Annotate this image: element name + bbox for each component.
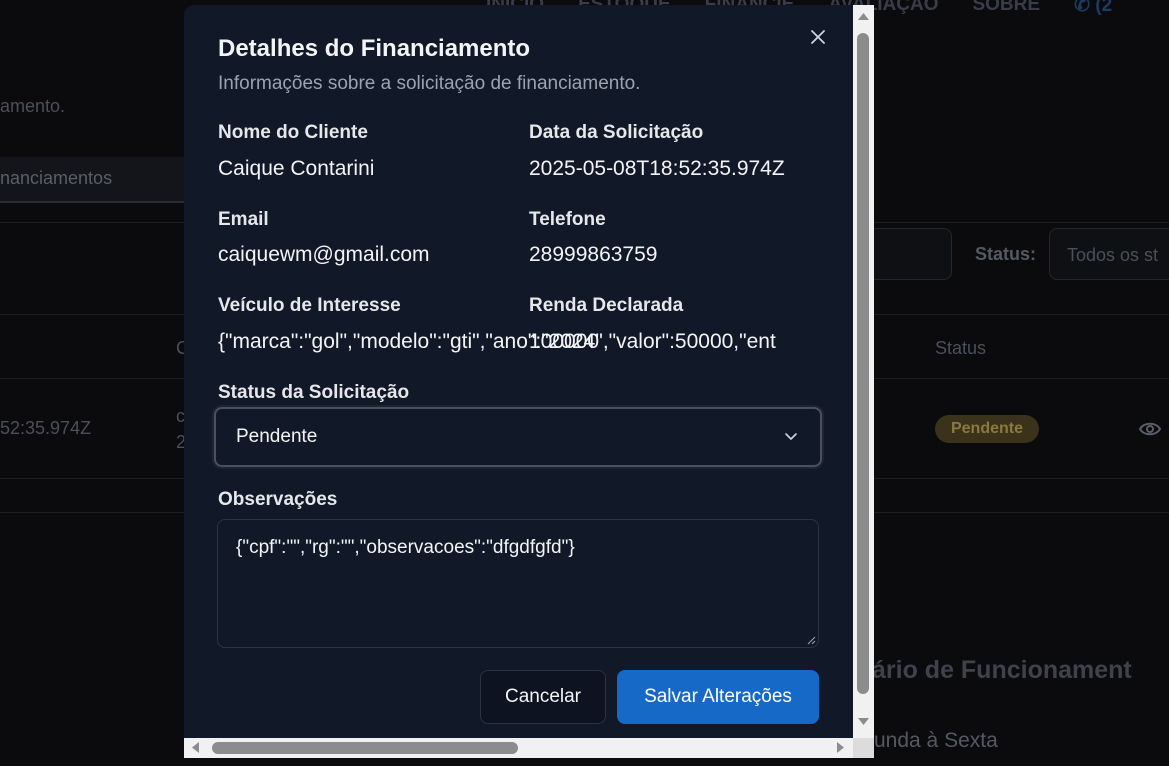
chevron-down-icon (785, 433, 797, 440)
hours-heading: ário de Funcionament (872, 656, 1132, 684)
income-label: Renda Declarada (529, 295, 684, 316)
tab-financiamentos[interactable]: nanciamentos (0, 157, 190, 203)
horizontal-scroll-thumb[interactable] (212, 742, 518, 754)
close-icon[interactable] (810, 29, 826, 45)
hours-text: unda à Sexta (874, 729, 998, 752)
scroll-up-arrow-icon[interactable] (858, 13, 869, 20)
nav-phone[interactable]: ✆ (2 (1074, 0, 1112, 17)
resize-grip-icon[interactable] (806, 635, 816, 645)
vertical-scrollbar[interactable] (853, 5, 874, 738)
scrollbar-corner (853, 738, 874, 758)
notes-textarea[interactable]: {"cpf":"","rg":"","observacoes":"dfgdfgf… (217, 519, 819, 648)
status-select-value: Pendente (236, 426, 318, 447)
dialog-subtitle: Informações sobre a solicitação de finan… (218, 73, 641, 94)
scroll-right-arrow-icon[interactable] (837, 742, 844, 753)
status-label: Status da Solicitação (218, 382, 410, 403)
scroll-down-arrow-icon[interactable] (858, 718, 869, 725)
page-subtitle: amento. (0, 96, 66, 116)
horizontal-scrollbar[interactable] (184, 738, 853, 758)
request-date-value: 2025-05-08T18:52:35.974Z (529, 157, 785, 180)
cancel-button[interactable]: Cancelar (480, 670, 606, 724)
eye-icon[interactable] (1139, 420, 1161, 438)
email-label: Email (218, 209, 269, 230)
status-filter-label: Status: (975, 244, 1037, 264)
status-select[interactable]: Pendente (214, 407, 822, 467)
email-value: caiquewm@gmail.com (218, 243, 430, 266)
vehicle-value: {"marca":"gol","modelo":"gti","ano":"202… (218, 330, 776, 353)
request-date-label: Data da Solicitação (529, 122, 704, 143)
income-value: 100000 (529, 330, 600, 353)
financing-details-dialog: Detalhes do Financiamento Informações so… (184, 5, 853, 738)
save-changes-button[interactable]: Salvar Alterações (617, 670, 819, 724)
phone-label: Telefone (529, 209, 606, 230)
vehicle-label: Veículo de Interesse (218, 295, 401, 316)
status-filter-select[interactable]: Todos os st (1049, 228, 1169, 280)
phone-value: 28999863759 (529, 243, 658, 266)
scroll-left-arrow-icon[interactable] (192, 742, 199, 753)
nav-sobre[interactable]: SOBRE (972, 0, 1040, 17)
client-name-value: Caique Contarini (218, 157, 375, 180)
notes-label: Observações (218, 489, 338, 510)
status-badge: Pendente (935, 415, 1039, 443)
dialog-title: Detalhes do Financiamento (218, 35, 531, 62)
vertical-scroll-thumb[interactable] (857, 33, 869, 694)
client-name-label: Nome do Cliente (218, 122, 368, 143)
phone-icon: ✆ (1074, 0, 1096, 16)
table-header-status: Status (935, 338, 987, 358)
table-cell-date: 52:35.974Z (0, 418, 92, 438)
nav-phone-text: (2 (1095, 0, 1113, 16)
